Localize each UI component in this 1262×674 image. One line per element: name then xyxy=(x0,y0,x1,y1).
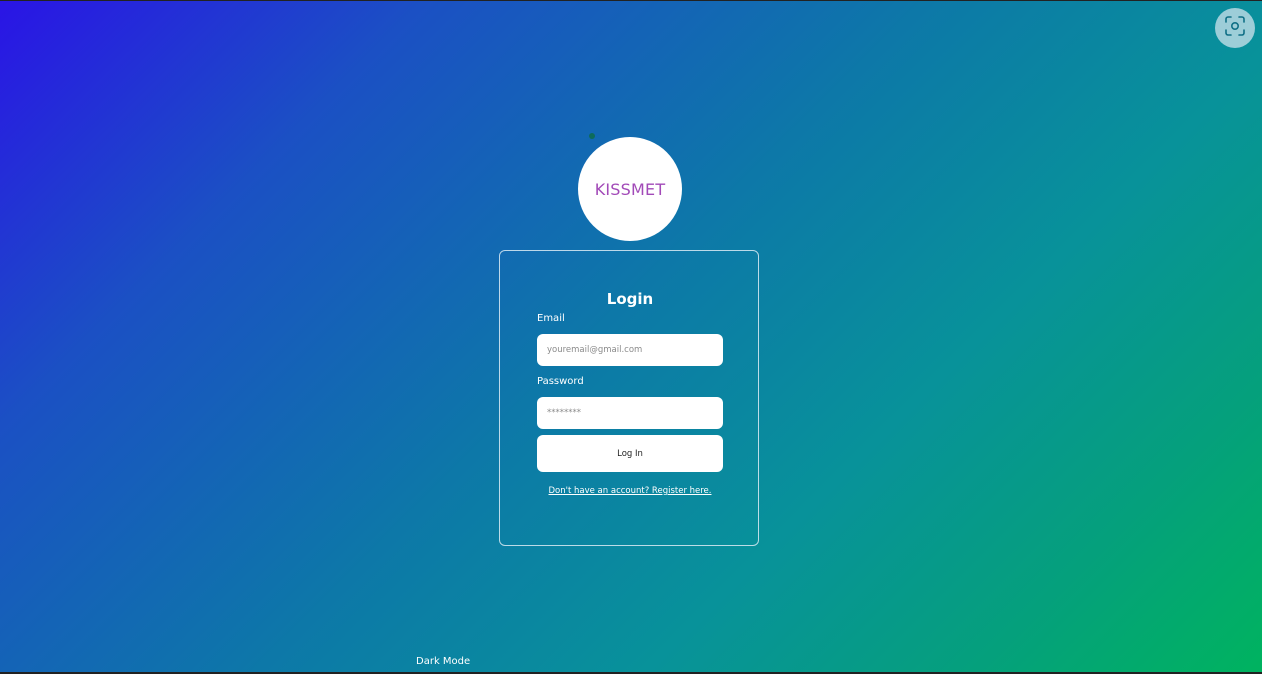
logo-text: KISSMET xyxy=(594,179,666,199)
logo-mark xyxy=(589,133,595,139)
password-input[interactable] xyxy=(537,397,723,429)
password-label: Password xyxy=(537,376,584,387)
register-link[interactable]: Don't have an account? Register here. xyxy=(500,486,760,496)
kissmet-logo: KISSMET xyxy=(578,133,682,241)
dark-mode-toggle[interactable]: Dark Mode xyxy=(416,656,470,667)
screen-capture-button[interactable] xyxy=(1215,8,1255,48)
login-button[interactable]: Log In xyxy=(537,435,723,472)
email-input[interactable] xyxy=(537,334,723,366)
email-label: Email xyxy=(537,313,565,324)
screen-capture-icon xyxy=(1224,15,1246,41)
top-border xyxy=(0,0,1262,1)
login-title: Login xyxy=(606,290,654,308)
login-card: Login Email Password Log In Don't have a… xyxy=(499,250,759,546)
